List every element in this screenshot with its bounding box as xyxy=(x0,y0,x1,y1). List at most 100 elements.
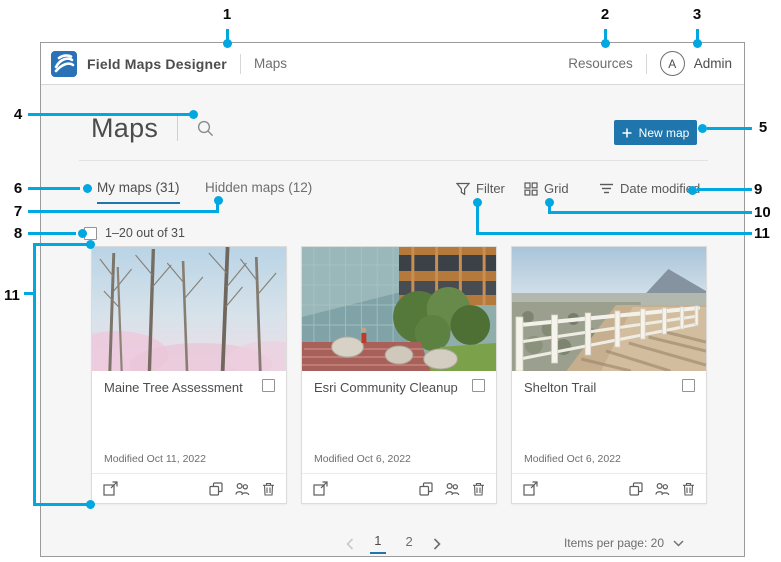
callout-line-9 xyxy=(697,188,752,191)
callout-line-10 xyxy=(548,211,752,214)
duplicate-icon[interactable] xyxy=(419,481,433,496)
map-card-title: Esri Community Cleanup xyxy=(314,380,458,395)
sort-button[interactable]: Date modified xyxy=(599,181,700,196)
app-header: Field Maps Designer Maps Resources A Adm… xyxy=(41,43,744,85)
callout-line-8 xyxy=(28,232,76,235)
map-card-checkbox[interactable] xyxy=(262,379,275,392)
callout-line-4 xyxy=(28,113,190,116)
map-card-title: Shelton Trail xyxy=(524,380,597,395)
open-map-icon[interactable] xyxy=(313,481,328,496)
callout-label-11-left: 11 xyxy=(4,287,20,304)
esri-logo-icon xyxy=(51,50,77,77)
field-maps-designer-window: Field Maps Designer Maps Resources A Adm… xyxy=(40,42,745,557)
callout-label-6: 6 xyxy=(13,180,23,197)
page-title: Maps xyxy=(91,112,159,143)
filter-button[interactable]: Filter xyxy=(456,181,505,196)
app-title: Field Maps Designer xyxy=(87,55,227,72)
callout-label-1: 1 xyxy=(222,6,232,23)
map-card-body: Shelton Trail Modified Oct 6, 2022 xyxy=(512,371,706,473)
tab-my-maps[interactable]: My maps (31) xyxy=(97,180,180,204)
callout-dot-9 xyxy=(687,185,697,195)
resources-link[interactable]: Resources xyxy=(568,56,633,71)
selection-bar: 1–20 out of 31 xyxy=(84,226,185,240)
callout-label-4: 4 xyxy=(13,106,23,123)
callout-label-3: 3 xyxy=(692,6,702,23)
callout-line-6 xyxy=(28,187,80,190)
plus-icon xyxy=(622,128,632,138)
items-per-page-select[interactable]: Items per page: 20 xyxy=(564,536,684,550)
map-card[interactable]: Shelton Trail Modified Oct 6, 2022 xyxy=(511,246,707,504)
callout-dot-7 xyxy=(213,196,223,205)
nav-maps[interactable]: Maps xyxy=(254,56,287,71)
annotated-screenshot: Field Maps Designer Maps Resources A Adm… xyxy=(0,0,781,562)
grid-icon xyxy=(524,181,538,196)
page-1-button[interactable]: 1 xyxy=(370,533,386,554)
map-card-modified: Modified Oct 6, 2022 xyxy=(524,453,621,465)
callout-dot-5 xyxy=(697,124,707,133)
delete-icon[interactable] xyxy=(472,482,485,496)
map-thumbnail-trail[interactable] xyxy=(512,247,706,371)
callout-label-11: 11 xyxy=(754,225,770,242)
map-card-title: Maine Tree Assessment xyxy=(104,380,243,395)
callout-line-11-left xyxy=(33,243,88,246)
sort-icon xyxy=(599,182,614,195)
map-card-checkbox[interactable] xyxy=(472,379,485,392)
open-map-icon[interactable] xyxy=(523,481,538,496)
map-card[interactable]: Esri Community Cleanup Modified Oct 6, 2… xyxy=(301,246,497,504)
callout-dot-4 xyxy=(188,110,198,119)
callout-label-8: 8 xyxy=(13,225,23,242)
map-card-body: Maine Tree Assessment Modified Oct 11, 2… xyxy=(92,371,286,473)
map-card-footer xyxy=(512,473,706,503)
delete-icon[interactable] xyxy=(262,482,275,496)
chevron-down-icon xyxy=(673,540,684,547)
items-per-page-label: Items per page: 20 xyxy=(563,536,664,550)
delete-icon[interactable] xyxy=(682,482,695,496)
open-map-icon[interactable] xyxy=(103,481,118,496)
callout-line-11 xyxy=(476,232,752,235)
callout-label-10: 10 xyxy=(754,204,771,221)
share-group-icon[interactable] xyxy=(445,482,460,496)
callout-dot-2 xyxy=(600,38,610,48)
callout-dot-11-left-bottom xyxy=(85,500,95,509)
grid-view-button[interactable]: Grid xyxy=(524,181,569,196)
callout-label-2: 2 xyxy=(600,6,610,23)
page-2-button[interactable]: 2 xyxy=(402,534,417,553)
callout-line-7 xyxy=(28,210,218,213)
header-divider xyxy=(645,53,647,74)
callout-line-11 xyxy=(476,203,479,235)
map-card-modified: Modified Oct 11, 2022 xyxy=(104,453,206,465)
callout-label-5: 5 xyxy=(758,119,768,136)
callout-label-9: 9 xyxy=(754,181,763,198)
duplicate-icon[interactable] xyxy=(209,481,223,496)
avatar-initial: A xyxy=(668,56,677,71)
search-icon[interactable] xyxy=(197,120,214,137)
map-card[interactable]: Maine Tree Assessment Modified Oct 11, 2… xyxy=(91,246,287,504)
toolbar-divider xyxy=(79,160,708,161)
callout-line-11-left xyxy=(33,243,36,506)
new-map-button[interactable]: New map xyxy=(614,120,697,145)
map-card-body: Esri Community Cleanup Modified Oct 6, 2… xyxy=(302,371,496,473)
share-group-icon[interactable] xyxy=(655,482,670,496)
next-page-icon[interactable] xyxy=(433,537,441,550)
callout-line-5 xyxy=(707,127,752,130)
duplicate-icon[interactable] xyxy=(629,481,643,496)
previous-page-icon[interactable] xyxy=(346,537,354,550)
map-thumbnail-trees[interactable] xyxy=(92,247,286,371)
header-divider xyxy=(239,53,241,74)
avatar[interactable]: A xyxy=(659,51,685,76)
callout-dot-6 xyxy=(82,184,92,193)
grid-view-label: Grid xyxy=(544,181,569,196)
map-card-grid: Maine Tree Assessment Modified Oct 11, 2… xyxy=(91,246,707,504)
user-menu[interactable]: Admin xyxy=(694,56,732,71)
callout-dot-11-left-top xyxy=(85,240,95,249)
map-card-footer xyxy=(92,473,286,503)
share-group-icon[interactable] xyxy=(235,482,250,496)
new-map-label: New map xyxy=(638,125,690,140)
title-divider xyxy=(177,115,179,141)
map-card-checkbox[interactable] xyxy=(682,379,695,392)
map-thumbnail-campus[interactable] xyxy=(302,247,496,371)
funnel-icon xyxy=(456,182,470,196)
callout-dot-1 xyxy=(222,38,232,48)
callout-dot-8 xyxy=(77,229,87,238)
callout-dot-11 xyxy=(473,198,482,207)
